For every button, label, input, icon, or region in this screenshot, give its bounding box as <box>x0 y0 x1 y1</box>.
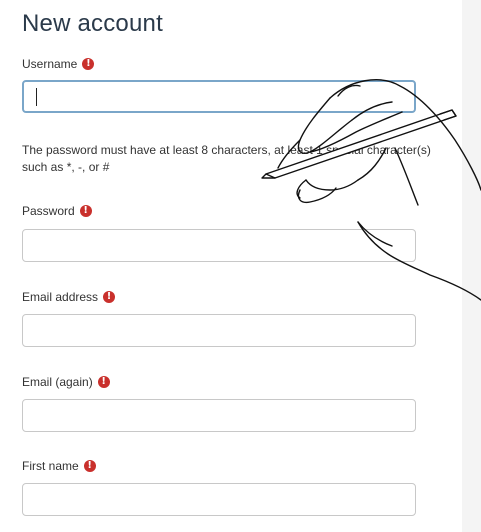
required-icon: ! <box>103 291 116 303</box>
required-icon: ! <box>97 376 110 388</box>
email-address-label-text: Email address <box>22 290 99 304</box>
page-gutter <box>462 0 481 532</box>
password-label-text: Password <box>22 204 75 218</box>
first-name-label-text: First name <box>22 459 79 473</box>
username-label: Username ! <box>22 57 95 71</box>
password-input[interactable] <box>22 229 416 262</box>
first-name-label: First name ! <box>22 459 96 473</box>
password-label: Password ! <box>22 204 92 218</box>
email-again-label: Email (again) ! <box>22 375 110 389</box>
text-cursor <box>36 88 37 106</box>
password-requirements-hint: The password must have at least 8 charac… <box>22 143 431 174</box>
email-again-input[interactable] <box>22 399 416 432</box>
first-name-input[interactable] <box>22 483 416 516</box>
page-title: New account <box>22 10 163 37</box>
username-label-text: Username <box>22 57 78 71</box>
required-icon: ! <box>79 205 92 217</box>
email-address-input[interactable] <box>22 314 416 347</box>
email-again-label-text: Email (again) <box>22 375 93 389</box>
email-address-label: Email address ! <box>22 290 116 304</box>
required-icon: ! <box>82 58 95 70</box>
username-input[interactable] <box>22 80 416 113</box>
required-icon: ! <box>83 460 96 472</box>
